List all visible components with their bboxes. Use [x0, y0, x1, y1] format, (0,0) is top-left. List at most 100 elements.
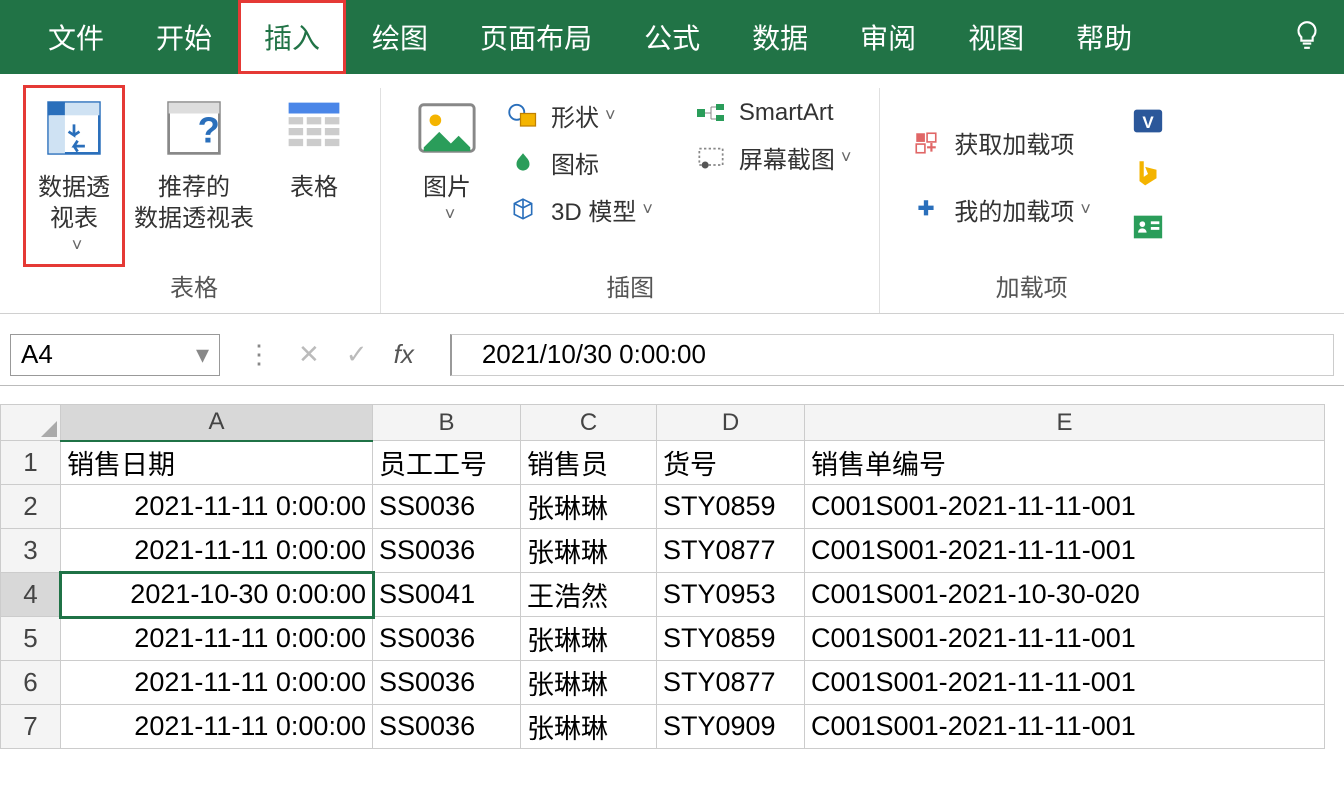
column-header-b[interactable]: B: [373, 405, 521, 441]
cell[interactable]: 2021-11-11 0:00:00: [61, 705, 373, 749]
bing-icon[interactable]: [1131, 157, 1165, 196]
screenshot-button[interactable]: 屏幕截图˅: [683, 134, 862, 181]
fx-icon[interactable]: fx: [394, 339, 414, 370]
cancel-icon[interactable]: ✕: [298, 339, 320, 370]
cell[interactable]: C001S001-2021-11-11-001: [805, 485, 1325, 529]
my-addins-button[interactable]: 我的加载项˅: [898, 186, 1101, 233]
chevron-down-icon: ˅: [72, 234, 83, 257]
my-addins-icon: [908, 195, 944, 225]
cell[interactable]: C001S001-2021-11-11-001: [805, 661, 1325, 705]
tab-view[interactable]: 视图: [942, 0, 1050, 74]
smartart-icon: [693, 98, 729, 128]
table-button[interactable]: 表格: [266, 88, 362, 264]
chevron-down-icon: ˅: [642, 199, 653, 220]
cell[interactable]: SS0036: [373, 485, 521, 529]
cell[interactable]: 2021-11-11 0:00:00: [61, 529, 373, 573]
3d-models-button[interactable]: 3D 模型˅: [495, 186, 663, 233]
cell[interactable]: 货号: [657, 441, 805, 485]
column-header-a[interactable]: A: [61, 405, 373, 441]
cell[interactable]: SS0036: [373, 705, 521, 749]
cell[interactable]: STY0953: [657, 573, 805, 617]
tab-home[interactable]: 开始: [130, 0, 238, 74]
tab-help[interactable]: 帮助: [1050, 0, 1158, 74]
group-addins: 获取加载项 我的加载项˅ V 加载项: [880, 88, 1183, 313]
ribbon-body: 数据透 视表 ˅ ? 推荐的 数据透视表 表格 表格: [0, 74, 1344, 314]
cell[interactable]: 张琳琳: [521, 705, 657, 749]
row-header[interactable]: 1: [1, 441, 61, 485]
cell[interactable]: 张琳琳: [521, 485, 657, 529]
column-header-c[interactable]: C: [521, 405, 657, 441]
cell[interactable]: SS0036: [373, 617, 521, 661]
shapes-button[interactable]: 形状 ˅: [495, 92, 663, 139]
chevron-down-icon: ˅: [1080, 199, 1091, 220]
cell[interactable]: STY0909: [657, 705, 805, 749]
get-addins-label: 获取加载项: [954, 125, 1074, 160]
cell[interactable]: SS0036: [373, 661, 521, 705]
tab-file[interactable]: 文件: [22, 0, 130, 74]
row-header[interactable]: 5: [1, 617, 61, 661]
tab-review[interactable]: 审阅: [834, 0, 942, 74]
cell[interactable]: 销售单编号: [805, 441, 1325, 485]
recommended-pivot-icon: ?: [158, 92, 230, 164]
cell[interactable]: SS0041: [373, 573, 521, 617]
cell[interactable]: C001S001-2021-10-30-020: [805, 573, 1325, 617]
cell[interactable]: 2021-11-11 0:00:00: [61, 617, 373, 661]
ribbon-tabs: 文件 开始 插入 绘图 页面布局 公式 数据 审阅 视图 帮助: [0, 0, 1344, 74]
column-header-d[interactable]: D: [657, 405, 805, 441]
row-header[interactable]: 2: [1, 485, 61, 529]
group-addins-label: 加载项: [996, 264, 1068, 313]
cell[interactable]: C001S001-2021-11-11-001: [805, 705, 1325, 749]
visio-icon[interactable]: V: [1131, 104, 1165, 143]
tab-layout[interactable]: 页面布局: [454, 0, 618, 74]
cell[interactable]: 张琳琳: [521, 529, 657, 573]
tab-formulas[interactable]: 公式: [618, 0, 726, 74]
recommended-pivot-button[interactable]: ? 推荐的 数据透视表: [122, 88, 266, 264]
cell[interactable]: STY0877: [657, 529, 805, 573]
cell[interactable]: 2021-11-11 0:00:00: [61, 485, 373, 529]
chevron-down-icon: ˅: [605, 105, 616, 126]
cell[interactable]: 销售日期: [61, 441, 373, 485]
row-header[interactable]: 4: [1, 573, 61, 617]
cell[interactable]: SS0036: [373, 529, 521, 573]
get-addins-button[interactable]: 获取加载项: [898, 119, 1101, 166]
cell[interactable]: 2021-10-30 0:00:00: [61, 573, 373, 617]
chevron-down-icon: ˅: [445, 203, 456, 226]
enter-icon[interactable]: ✓: [346, 339, 368, 370]
tab-data[interactable]: 数据: [726, 0, 834, 74]
icons-button[interactable]: 图标: [495, 139, 663, 186]
tell-me-icon[interactable]: [1290, 18, 1324, 57]
pivot-table-icon: [38, 92, 110, 164]
table-icon: [278, 92, 350, 164]
cell[interactable]: C001S001-2021-11-11-001: [805, 617, 1325, 661]
picture-button[interactable]: 图片 ˅: [399, 88, 495, 264]
name-box-value: A4: [21, 339, 53, 370]
cell[interactable]: 张琳琳: [521, 661, 657, 705]
column-header-e[interactable]: E: [805, 405, 1325, 441]
cell[interactable]: 员工工号: [373, 441, 521, 485]
get-addins-icon: [908, 128, 944, 158]
cell[interactable]: 王浩然: [521, 573, 657, 617]
row-header[interactable]: 7: [1, 705, 61, 749]
select-all-corner[interactable]: [1, 405, 61, 441]
cell[interactable]: 2021-11-11 0:00:00: [61, 661, 373, 705]
icons-icon: [505, 148, 541, 178]
screenshot-label: 屏幕截图: [739, 140, 835, 175]
name-box[interactable]: A4 ▾: [10, 334, 220, 376]
row-header[interactable]: 6: [1, 661, 61, 705]
smartart-button[interactable]: SmartArt: [683, 92, 862, 134]
tab-draw[interactable]: 绘图: [346, 0, 454, 74]
cell[interactable]: STY0859: [657, 485, 805, 529]
tab-insert[interactable]: 插入: [238, 0, 346, 74]
row-header[interactable]: 3: [1, 529, 61, 573]
people-graph-icon[interactable]: [1131, 210, 1165, 249]
cell[interactable]: C001S001-2021-11-11-001: [805, 529, 1325, 573]
cell[interactable]: STY0859: [657, 617, 805, 661]
formula-input[interactable]: 2021/10/30 0:00:00: [450, 334, 1334, 376]
shapes-label: 形状: [551, 98, 599, 133]
cell[interactable]: STY0877: [657, 661, 805, 705]
formula-value: 2021/10/30 0:00:00: [482, 339, 706, 370]
cell[interactable]: 张琳琳: [521, 617, 657, 661]
pivot-table-button[interactable]: 数据透 视表 ˅: [26, 88, 122, 264]
cell[interactable]: 销售员: [521, 441, 657, 485]
drag-handle-icon[interactable]: ⋮: [246, 339, 272, 370]
